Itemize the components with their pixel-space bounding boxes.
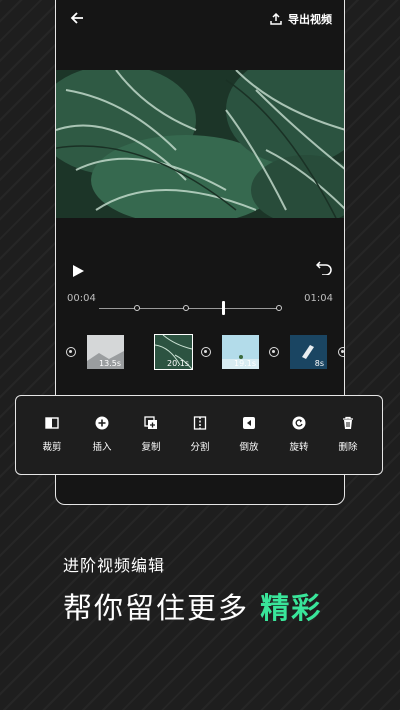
top-bar: 导出视频 bbox=[56, 1, 344, 39]
copy-button[interactable]: 复制 bbox=[126, 416, 176, 453]
tool-label: 旋转 bbox=[289, 442, 309, 453]
current-time: 00:04 bbox=[67, 293, 96, 304]
transition-dot[interactable] bbox=[201, 347, 211, 357]
upload-icon bbox=[270, 13, 282, 25]
rotate-button[interactable]: 旋转 bbox=[274, 416, 324, 453]
split-button[interactable]: 分割 bbox=[175, 416, 225, 453]
headline-highlight: 精彩 bbox=[260, 591, 323, 625]
insert-button[interactable]: 插入 bbox=[77, 416, 127, 453]
video-preview[interactable] bbox=[56, 70, 344, 218]
transition-dot[interactable] bbox=[338, 347, 344, 357]
tool-label: 复制 bbox=[141, 442, 161, 453]
tool-label: 倒放 bbox=[239, 442, 259, 453]
copy-icon bbox=[144, 416, 157, 429]
transition-dot[interactable] bbox=[269, 347, 279, 357]
crop-icon bbox=[45, 417, 59, 429]
clip-thumbnail[interactable]: 13.5s bbox=[87, 335, 124, 369]
promo-headline: 帮你留住更多 精彩 bbox=[63, 585, 322, 627]
split-icon bbox=[193, 416, 207, 430]
insert-icon bbox=[95, 416, 109, 430]
tool-label: 插入 bbox=[92, 442, 112, 453]
export-button[interactable]: 导出视频 bbox=[270, 11, 332, 27]
clip-duration: 13.5s bbox=[99, 359, 121, 368]
crop-button[interactable]: 裁剪 bbox=[27, 416, 77, 453]
tool-label: 分割 bbox=[190, 442, 210, 453]
tool-label: 删除 bbox=[338, 442, 358, 453]
undo-icon[interactable] bbox=[315, 259, 332, 279]
reverse-icon bbox=[243, 417, 255, 429]
clip-duration: 8s bbox=[314, 359, 324, 368]
reverse-button[interactable]: 倒放 bbox=[224, 416, 274, 453]
timeline-playhead[interactable] bbox=[222, 301, 225, 315]
clip-thumbnail[interactable]: 19.1s bbox=[222, 335, 259, 369]
transition-dot[interactable] bbox=[66, 347, 76, 357]
timeline-marker[interactable] bbox=[134, 305, 140, 311]
clip-thumbnail-selected[interactable]: 20.1s bbox=[154, 334, 193, 370]
tool-label: 裁剪 bbox=[42, 442, 62, 453]
export-label: 导出视频 bbox=[288, 13, 332, 26]
rotate-icon bbox=[292, 416, 306, 430]
promo-subtitle: 进阶视频编辑 bbox=[63, 556, 166, 575]
delete-icon bbox=[343, 416, 353, 429]
edit-toolbar: 裁剪 插入 复制 分割 倒放 旋转 删除 bbox=[15, 395, 383, 475]
clip-duration: 20.1s bbox=[167, 359, 189, 368]
headline-prefix: 帮你留住更多 bbox=[63, 591, 250, 625]
timeline-marker[interactable] bbox=[276, 305, 282, 311]
total-time: 01:04 bbox=[304, 293, 333, 304]
timeline-track[interactable] bbox=[99, 308, 279, 309]
play-icon[interactable] bbox=[71, 263, 85, 282]
clip-duration: 19.1s bbox=[234, 359, 256, 368]
timeline-marker[interactable] bbox=[183, 305, 189, 311]
clip-thumbnail[interactable]: 8s bbox=[290, 335, 327, 369]
delete-button[interactable]: 删除 bbox=[323, 416, 373, 453]
back-arrow-icon[interactable] bbox=[70, 11, 84, 29]
